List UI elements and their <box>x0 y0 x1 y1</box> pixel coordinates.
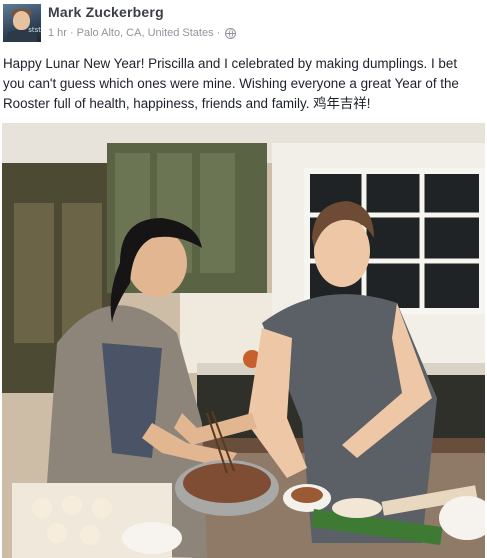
post-message: Happy Lunar New Year! Priscilla and I ce… <box>3 56 459 111</box>
post-photo[interactable] <box>2 123 485 558</box>
photo-illustration <box>2 123 485 558</box>
post-location[interactable]: Palo Alto, CA, United States <box>77 27 214 39</box>
post-time[interactable]: 1 hr <box>48 27 67 39</box>
author-name[interactable]: Mark Zuckerberg <box>48 4 164 20</box>
post-meta: 1 hr · Palo Alto, CA, United States · <box>48 27 237 39</box>
avatar[interactable]: stst <box>3 4 41 42</box>
meta-separator: · <box>69 27 74 39</box>
avatar-tag: stst <box>28 26 41 34</box>
meta-separator-2: · <box>216 27 221 39</box>
post-header: stst Mark Zuckerberg 1 hr · Palo Alto, C… <box>0 0 487 50</box>
globe-icon[interactable] <box>225 27 237 39</box>
